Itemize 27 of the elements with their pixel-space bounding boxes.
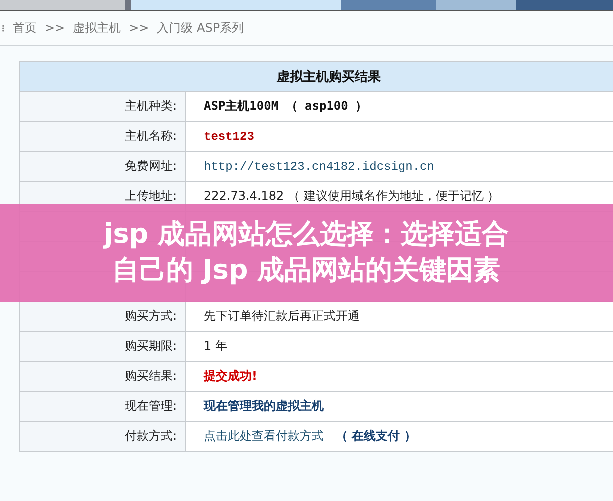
table-title: 虚拟主机购买结果 xyxy=(20,62,613,92)
row-label: 现在管理: xyxy=(124,399,177,413)
row-value: ASP主机100M （ asp100 ） xyxy=(204,99,368,113)
breadcrumb-separator: >> xyxy=(45,21,66,35)
row-label: 免费网址: xyxy=(124,159,177,173)
row-value: test123 xyxy=(204,130,254,144)
row-value: 222.73.4.182 （ 建议使用域名作为地址，便于记忆 ） xyxy=(204,189,500,203)
breadcrumb-link[interactable]: 首页 xyxy=(13,20,37,36)
row-label: 付款方式: xyxy=(124,429,177,443)
row-value: 1 年 xyxy=(204,339,228,353)
status-text: 提交成功! xyxy=(204,369,258,383)
row-label: 购买结果: xyxy=(124,369,177,383)
row-label: 购买期限: xyxy=(124,339,177,353)
grip-icon xyxy=(2,24,5,32)
manage-link[interactable]: 现在管理我的虚拟主机 xyxy=(204,399,324,413)
banner-title: 自己的 Jsp 成品网站的关键因素 xyxy=(112,254,501,288)
banner-title: jsp 成品网站怎么选择：选择适合 xyxy=(104,218,510,252)
row-label: 主机种类: xyxy=(124,99,177,113)
breadcrumb-link[interactable]: 虚拟主机 xyxy=(73,20,122,36)
row-label: 上传地址: xyxy=(124,189,177,203)
row-value: 先下订单待汇款后再正式开通 xyxy=(204,309,360,323)
payment-link[interactable]: 点击此处查看付款方式 xyxy=(204,429,324,443)
row-label: 购买方式: xyxy=(124,309,177,323)
breadcrumb-separator: >> xyxy=(129,21,150,35)
row-label: 主机名称: xyxy=(124,129,177,143)
payment-method: （ 在线支付 ） xyxy=(336,429,416,443)
breadcrumb-link[interactable]: 入门级 ASP系列 xyxy=(157,20,244,36)
